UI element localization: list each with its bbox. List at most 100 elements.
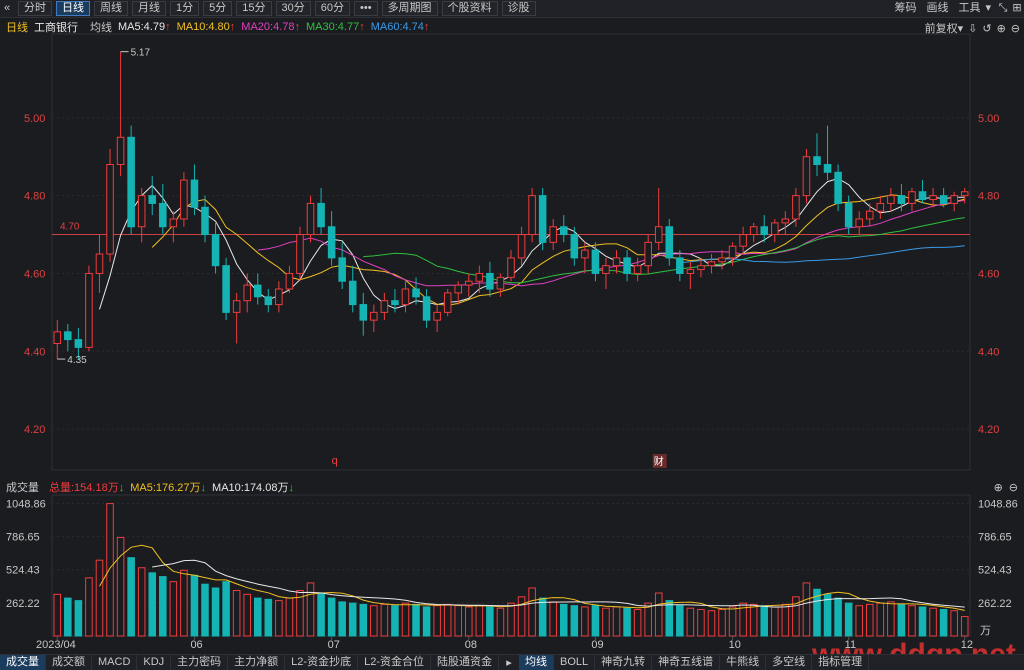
volume-bar [348, 602, 357, 637]
reset-icon[interactable]: ↺ [982, 22, 991, 35]
candle-body [211, 234, 220, 267]
indicator-tab-right-4[interactable]: 牛熊线 [720, 655, 767, 670]
candle-body [581, 249, 589, 259]
toolbar-right-1[interactable]: 画线 [921, 1, 953, 16]
period-tab-0[interactable]: 分时 [18, 1, 52, 16]
volume-zoom-in-icon[interactable]: ⊕ [994, 481, 1003, 494]
indicator-tab-left-3[interactable]: KDJ [137, 655, 172, 670]
download-icon[interactable]: ⇩ [968, 22, 977, 35]
volume-bar [686, 607, 695, 637]
candle-body [222, 265, 230, 313]
volume-legend: 成交量 总量:154.18万↓ MA5:176.27万↓ MA10:174.08… [0, 479, 1024, 495]
period-tab-9[interactable]: ••• [354, 1, 378, 16]
volume-bar [570, 605, 579, 637]
indicator-tab-left-4[interactable]: 主力密码 [171, 655, 229, 670]
stock-chart-app: { "toolbar": { "back_icon": "«", "tabs":… [0, 0, 1024, 670]
fullscreen-icon[interactable]: ⤡ [996, 1, 1010, 16]
back-icon[interactable]: « [0, 1, 14, 16]
toolbar-right-0[interactable]: 筹码 [889, 1, 921, 16]
candle-body [338, 257, 346, 282]
indicator-tabs-left: 成交量 成交额 MACD KDJ 主力密码 主力净额 L2-资金抄底 L2-资金合位 陆股通资金 [0, 655, 499, 670]
volume-bar [760, 605, 769, 637]
period-tab-4[interactable]: 1分 [170, 1, 200, 16]
period-tab-12[interactable]: 诊股 [501, 1, 536, 16]
candle-body [644, 241, 652, 267]
volume-bar [887, 601, 895, 637]
candle-body [676, 257, 684, 274]
indicator-tab-left-2[interactable]: MACD [92, 655, 138, 670]
volume-bar [64, 597, 72, 637]
period-tab-7[interactable]: 30分 [275, 1, 311, 16]
volume-bar [802, 582, 811, 637]
candle-body [465, 280, 473, 286]
period-tab-10[interactable]: 多周期图 [381, 1, 438, 16]
volume-bar [865, 603, 874, 637]
period-tab-3[interactable]: 月线 [132, 1, 166, 16]
volume-axis-label-left: 1048.86 [6, 498, 46, 510]
candle-body [190, 179, 199, 208]
volume-bar [960, 616, 969, 637]
candle-body [538, 195, 547, 243]
candle-body [855, 218, 863, 228]
indicator-tab-right-5[interactable]: 多空线 [766, 655, 813, 670]
indicator-tab-left-7[interactable]: L2-资金合位 [358, 655, 431, 670]
price-axis-label-right: 4.80 [978, 191, 999, 203]
ma-label[interactable]: 均线 [90, 19, 112, 35]
volume-bar [507, 602, 515, 637]
volume-bar [633, 608, 642, 637]
zoom-in-icon[interactable]: ⊕ [997, 22, 1006, 35]
candle-body [180, 179, 188, 220]
candle-body [127, 136, 135, 228]
period-tab-11[interactable]: 个股资料 [441, 1, 498, 16]
period-tab-5[interactable]: 5分 [203, 1, 233, 16]
period-tab-8[interactable]: 60分 [314, 1, 350, 16]
toolbar-right-2[interactable]: 工具 [953, 1, 985, 16]
candle-body [95, 253, 104, 274]
period-tab-2[interactable]: 周线 [94, 1, 128, 16]
volume-zoom-out-icon[interactable]: ⊖ [1009, 481, 1018, 494]
ma-value-3: MA30:4.77↑ [306, 21, 365, 33]
candle-body [275, 288, 283, 306]
volume-bar [602, 607, 610, 637]
candle-body [253, 284, 262, 298]
adjust-select[interactable]: 前复权▾ [925, 20, 964, 36]
volume-bar [538, 597, 547, 637]
candle-body [285, 272, 294, 290]
period-tab-6[interactable]: 15分 [236, 1, 272, 16]
zoom-out-icon[interactable]: ⊖ [1011, 22, 1020, 35]
candle-body [792, 195, 800, 220]
period-tab-1[interactable]: 日线 [56, 1, 90, 16]
grid-icon[interactable]: ⊞ [1010, 1, 1024, 16]
volume-bar [950, 610, 958, 637]
indicator-tab-left-5[interactable]: 主力净额 [228, 655, 286, 670]
price-axis-label-left: 5.00 [24, 113, 45, 125]
indicator-tab-right-1[interactable]: BOLL [554, 655, 596, 670]
candle-body [887, 195, 895, 204]
candle-body [507, 257, 515, 278]
indicator-tab-right-2[interactable]: 神奇九转 [595, 655, 653, 670]
indicator-tab-left-8[interactable]: 陆股通资金 [431, 655, 499, 670]
candle-body [306, 202, 315, 236]
candle-body [359, 304, 368, 321]
event-q-marker: q [332, 455, 338, 467]
candle-body [707, 261, 716, 267]
indicator-tabs: 成交量 成交额 MACD KDJ 主力密码 主力净额 L2-资金抄底 L2-资金合位 陆股通资金… [0, 654, 1024, 670]
price-axis-label-right: 4.60 [978, 268, 999, 280]
indicator-tab-left-6[interactable]: L2-资金抄底 [285, 655, 359, 670]
candle-body [929, 195, 937, 201]
indicator-tab-right-0[interactable]: 均线 [518, 655, 554, 670]
indicator-tab-left-1[interactable]: 成交额 [46, 655, 92, 670]
volume-bar [401, 602, 410, 637]
volume-bar [243, 593, 251, 637]
volume-bar [85, 577, 93, 637]
tabs-scroll-icon[interactable]: ▸ [499, 656, 519, 669]
indicator-tab-right-6[interactable]: 指标管理 [812, 655, 870, 670]
tools-caret-icon[interactable]: ▾ [985, 1, 996, 16]
volume-bar [855, 605, 863, 637]
volume-bar [697, 608, 705, 637]
indicator-tab-right-3[interactable]: 神奇五线谱 [652, 655, 721, 670]
volume-axis-label-left: 262.22 [6, 598, 40, 610]
volume-bar [211, 587, 220, 637]
indicator-tab-left-0[interactable]: 成交量 [0, 655, 46, 670]
candle-body [865, 210, 874, 220]
